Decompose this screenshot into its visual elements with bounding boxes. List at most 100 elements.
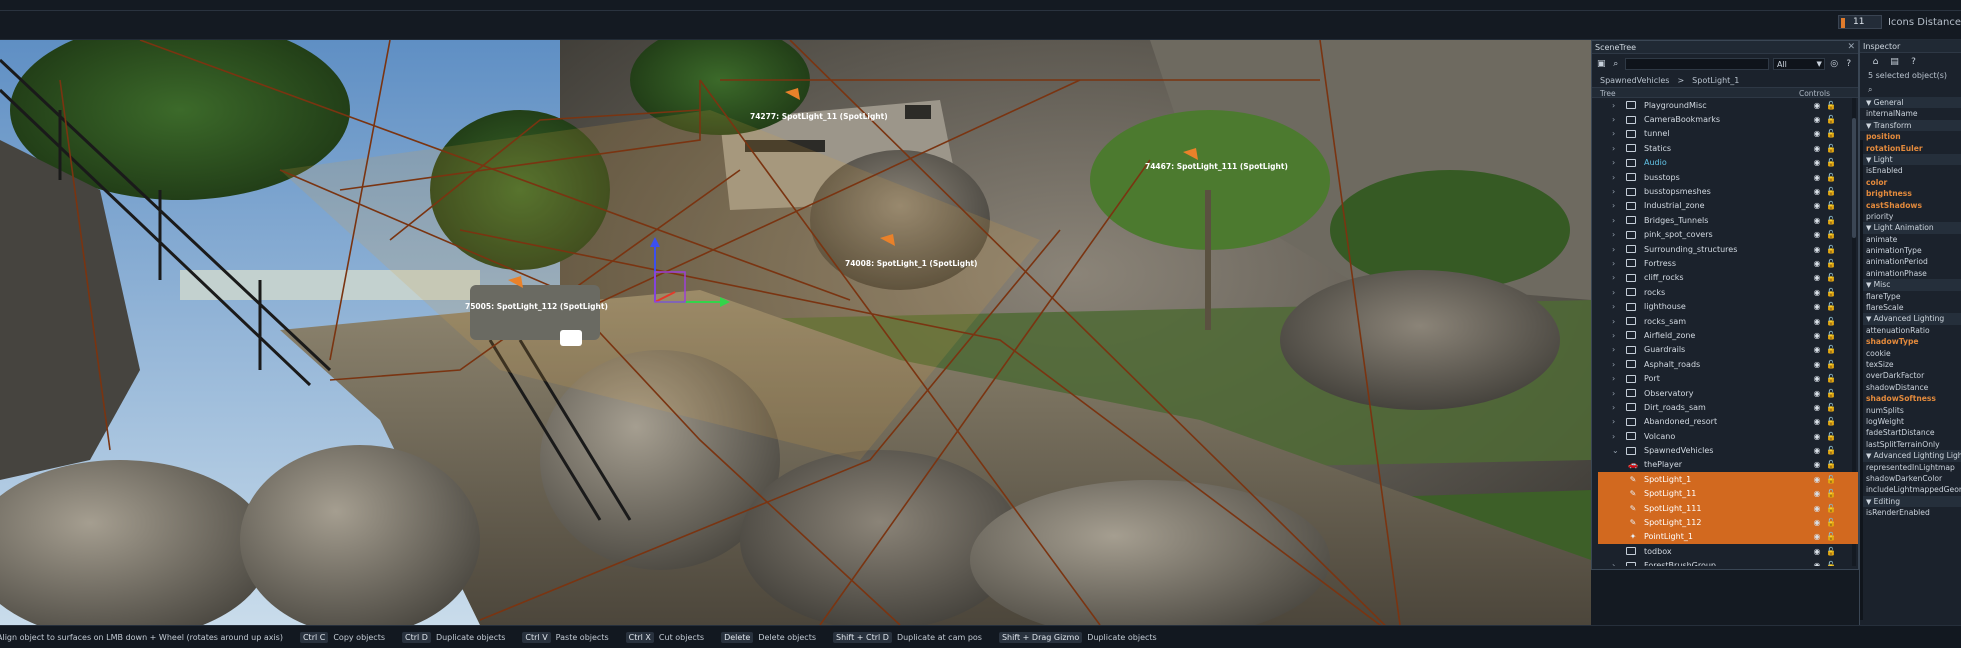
lock-icon[interactable]: 🔓	[1824, 561, 1838, 566]
chevron-right-icon[interactable]: ›	[1612, 273, 1620, 282]
tree-row[interactable]: › tunnel ◉ 🔓	[1592, 127, 1858, 141]
lock-icon[interactable]: 🔓	[1824, 389, 1838, 398]
chevron-right-icon[interactable]: ›	[1612, 259, 1620, 268]
lock-icon[interactable]: 🔓	[1824, 518, 1838, 527]
eye-icon[interactable]: ◉	[1810, 273, 1824, 282]
tree-row[interactable]: › lighthouse ◉ 🔓	[1592, 299, 1858, 313]
inspector-section-header[interactable]: Light Animation	[1860, 222, 1961, 234]
inspector-section-header[interactable]: Transform	[1860, 119, 1961, 132]
tree-row[interactable]: › cliff_rocks ◉ 🔓	[1592, 271, 1858, 285]
tree-row[interactable]: › rocks_sam ◉ 🔓	[1592, 314, 1858, 328]
lock-icon[interactable]: 🔓	[1824, 460, 1838, 469]
chevron-right-icon[interactable]: ›	[1612, 216, 1620, 225]
help-icon[interactable]: ?	[1843, 59, 1854, 70]
inspector-section-header[interactable]: General	[1860, 97, 1961, 109]
tree-row[interactable]: › busstops ◉ 🔓	[1592, 170, 1858, 184]
eye-icon[interactable]: ◉	[1810, 245, 1824, 254]
camera-icon[interactable]: ▤	[1889, 57, 1900, 68]
eye-icon[interactable]: ◉	[1810, 417, 1824, 426]
tree-row[interactable]: › Dirt_roads_sam ◉ 🔓	[1592, 400, 1858, 414]
chevron-right-icon[interactable]: ›	[1612, 403, 1620, 412]
eye-icon[interactable]: ◉	[1810, 403, 1824, 412]
eye-icon[interactable]: ◉	[1810, 532, 1824, 541]
tree-row[interactable]: ✎ SpotLight_11 ◉ 🔓	[1598, 486, 1858, 501]
tree-row[interactable]: 🚗 thePlayer ◉ 🔓	[1592, 458, 1858, 472]
eye-icon[interactable]: ◉	[1810, 561, 1824, 566]
tree-row[interactable]: › PlaygroundMisc ◉ 🔓	[1592, 98, 1858, 112]
lock-icon[interactable]: 🔓	[1824, 302, 1838, 311]
tree-row[interactable]: › ForestBrushGroup ◉ 🔓	[1592, 559, 1858, 566]
tree-list[interactable]: › PlaygroundMisc ◉ 🔓 › CameraBookmarks ◉ 🔓 › tunn…	[1592, 98, 1858, 566]
lock-icon[interactable]: 🔓	[1824, 475, 1838, 484]
lock-icon[interactable]: 🔓	[1824, 245, 1838, 254]
eye-icon[interactable]: ◉	[1810, 173, 1824, 182]
lock-icon[interactable]: 🔓	[1824, 317, 1838, 326]
chevron-right-icon[interactable]: ›	[1612, 345, 1620, 354]
chevron-down-icon[interactable]: ⌄	[1612, 446, 1620, 455]
tree-row[interactable]: › Surrounding_structures ◉ 🔓	[1592, 242, 1858, 256]
lock-icon[interactable]: 🔓	[1824, 446, 1838, 455]
lock-icon[interactable]: 🔓	[1824, 173, 1838, 182]
breadcrumb-item[interactable]: SpawnedVehicles	[1600, 74, 1669, 87]
tree-row[interactable]: › rocks ◉ 🔓	[1592, 285, 1858, 299]
tree-row[interactable]: › Statics ◉ 🔓	[1592, 141, 1858, 155]
chevron-right-icon[interactable]: ›	[1612, 417, 1620, 426]
chevron-right-icon[interactable]: ›	[1612, 561, 1620, 566]
tree-row[interactable]: ⌄ SpawnedVehicles ◉ 🔓	[1592, 443, 1858, 457]
eye-icon[interactable]: ◉	[1810, 302, 1824, 311]
lock-icon[interactable]: 🔓	[1824, 230, 1838, 239]
eye-icon[interactable]: ◉	[1810, 389, 1824, 398]
help-icon[interactable]: ?	[1908, 57, 1919, 68]
tree-row[interactable]: › Guardrails ◉ 🔓	[1592, 343, 1858, 357]
tree-row[interactable]: › Airfield_zone ◉ 🔓	[1592, 328, 1858, 342]
eye-icon[interactable]: ◉	[1810, 230, 1824, 239]
lock-icon[interactable]: 🔓	[1824, 403, 1838, 412]
chevron-right-icon[interactable]: ›	[1612, 144, 1620, 153]
tree-row[interactable]: ✦ PointLight_1 ◉ 🔓	[1598, 529, 1858, 545]
broadcast-icon[interactable]: ◎	[1829, 59, 1840, 70]
eye-icon[interactable]: ◉	[1810, 129, 1824, 138]
eye-icon[interactable]: ◉	[1810, 216, 1824, 225]
lock-icon[interactable]: 🔓	[1824, 432, 1838, 441]
tree-row[interactable]: ✎ SpotLight_112 ◉ 🔓	[1598, 515, 1858, 530]
lock-icon[interactable]: 🔓	[1824, 345, 1838, 354]
viewport-scene[interactable]: 74277: SpotLight_11 (SpotLight) 74467: S…	[0, 40, 1591, 625]
chevron-right-icon[interactable]: ›	[1612, 360, 1620, 369]
lock-icon[interactable]: 🔓	[1824, 417, 1838, 426]
inspector-section-header[interactable]: Misc	[1860, 279, 1961, 291]
tree-row[interactable]: › Observatory ◉ 🔓	[1592, 386, 1858, 400]
tree-row[interactable]: › Asphalt_roads ◉ 🔓	[1592, 357, 1858, 371]
chevron-right-icon[interactable]: ›	[1612, 432, 1620, 441]
chevron-right-icon[interactable]: ›	[1612, 374, 1620, 383]
eye-icon[interactable]: ◉	[1810, 460, 1824, 469]
chevron-right-icon[interactable]: ›	[1612, 173, 1620, 182]
eye-icon[interactable]: ◉	[1810, 446, 1824, 455]
filter-dropdown[interactable]: All	[1772, 58, 1825, 70]
folder-add-icon[interactable]: ▣	[1596, 59, 1607, 70]
tree-row[interactable]: › Audio ◉ 🔓	[1592, 156, 1858, 170]
eye-icon[interactable]: ◉	[1810, 547, 1824, 556]
lock-icon[interactable]: 🔓	[1824, 158, 1838, 167]
lock-icon[interactable]: 🔓	[1824, 374, 1838, 383]
lock-icon[interactable]: 🔓	[1824, 273, 1838, 282]
eye-icon[interactable]: ◉	[1810, 158, 1824, 167]
tree-row[interactable]: › Volcano ◉ 🔓	[1592, 429, 1858, 443]
tree-row[interactable]: › pink_spot_covers ◉ 🔓	[1592, 228, 1858, 242]
search-input[interactable]	[1625, 58, 1769, 70]
tree-row[interactable]: ✎ SpotLight_111 ◉ 🔓	[1598, 500, 1858, 516]
lock-icon[interactable]: 🔓	[1824, 144, 1838, 153]
chevron-right-icon[interactable]: ›	[1612, 245, 1620, 254]
inspector-section-header[interactable]: Advanced Lighting Lightmap	[1860, 450, 1961, 462]
tree-row[interactable]: › Fortress ◉ 🔓	[1592, 256, 1858, 270]
eye-icon[interactable]: ◉	[1810, 432, 1824, 441]
eye-icon[interactable]: ◉	[1810, 115, 1824, 124]
tree-row[interactable]: › Bridges_Tunnels ◉ 🔓	[1592, 213, 1858, 227]
lock-icon[interactable]: 🔓	[1824, 532, 1838, 541]
chevron-right-icon[interactable]: ›	[1612, 317, 1620, 326]
inspector-search[interactable]: ⌕	[1864, 85, 1961, 97]
eye-icon[interactable]: ◉	[1810, 101, 1824, 110]
chevron-right-icon[interactable]: ›	[1612, 302, 1620, 311]
chevron-right-icon[interactable]: ›	[1612, 331, 1620, 340]
lock-icon[interactable]: 🔓	[1824, 115, 1838, 124]
lock-icon[interactable]: 🔓	[1824, 489, 1838, 498]
